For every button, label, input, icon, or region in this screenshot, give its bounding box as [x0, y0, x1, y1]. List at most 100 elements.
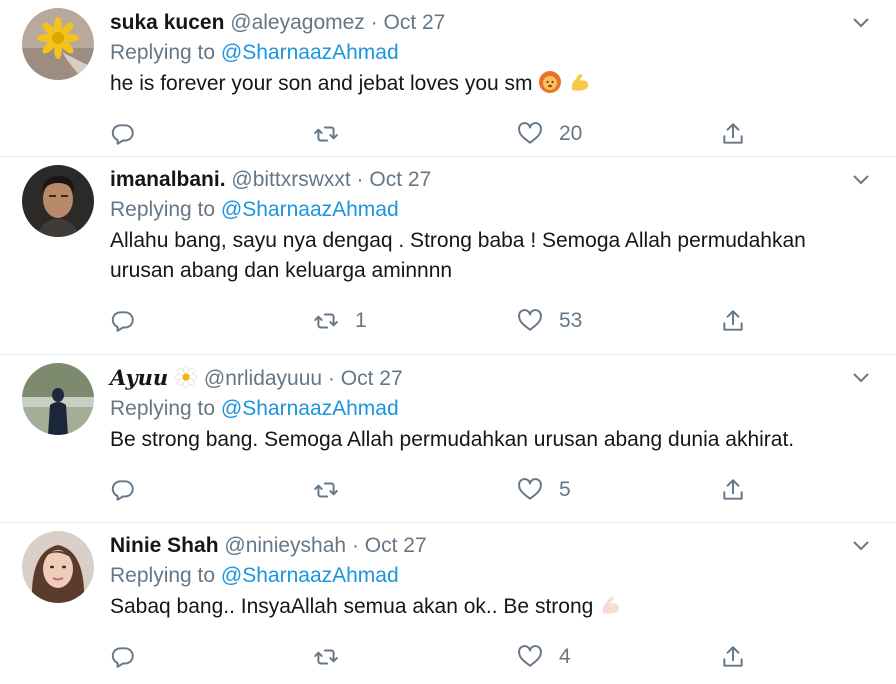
- avatar-image-outdoor: [22, 363, 94, 435]
- lion-face-emoji: [539, 71, 562, 93]
- tweet-header: imanalbani. @bittxrswxxt · Oct 27: [110, 167, 856, 193]
- like-count: 53: [559, 309, 583, 332]
- heart-icon: [518, 309, 542, 331]
- replying-to-label: Replying to: [110, 41, 216, 64]
- tweet-header: suka kucen @aleyagomez · Oct 27: [110, 10, 856, 36]
- reply-button[interactable]: [110, 304, 136, 338]
- user-handle[interactable]: @aleyagomez: [230, 11, 365, 34]
- retweet-button[interactable]: [313, 473, 355, 507]
- reply-button[interactable]: [110, 117, 136, 151]
- retweet-icon: [314, 649, 338, 665]
- like-button[interactable]: 5: [517, 473, 571, 507]
- replying-to: Replying to @SharnaazAhmad: [110, 561, 856, 591]
- mention-link[interactable]: @SharnaazAhmad: [221, 41, 399, 64]
- heart-icon: [518, 122, 542, 144]
- share-button[interactable]: [720, 640, 746, 674]
- timestamp[interactable]: Oct 27: [384, 11, 446, 34]
- retweet-icon: [314, 482, 338, 498]
- display-name[interactable]: imanalbani.: [110, 168, 226, 191]
- flexed-biceps-emoji: [572, 74, 589, 91]
- reply-timeline: suka kucen @aleyagomez · Oct 27 Replying…: [0, 0, 896, 684]
- tweet-text: Be strong bang. Semoga Allah permudahkan…: [110, 428, 795, 451]
- reply-button[interactable]: [110, 473, 136, 507]
- display-name[interactable]: Ayuu: [110, 365, 168, 390]
- avatar[interactable]: [22, 363, 94, 435]
- share-icon: [723, 123, 743, 144]
- retweet-button[interactable]: [313, 640, 355, 674]
- tweet-header: Ayuu @nrlidayuuu · Oct 27: [110, 365, 856, 392]
- heart-icon: [518, 645, 542, 667]
- tweet-header: Ninie Shah @ninieyshah · Oct 27: [110, 533, 856, 559]
- separator-dot: ·: [351, 534, 359, 557]
- share-button[interactable]: [720, 304, 746, 338]
- reply-icon: [111, 480, 134, 501]
- share-icon: [723, 479, 743, 500]
- share-icon: [723, 310, 743, 331]
- like-count: 5: [559, 478, 571, 501]
- tweet-actions: 20: [110, 117, 856, 151]
- like-count: 4: [559, 645, 571, 668]
- replying-to-label: Replying to: [110, 198, 216, 221]
- mention-link[interactable]: @SharnaazAhmad: [221, 564, 399, 587]
- like-button[interactable]: 20: [517, 117, 582, 151]
- like-button[interactable]: 53: [517, 304, 582, 338]
- separator-dot: ·: [370, 11, 378, 34]
- tweet-text: Sabaq bang.. InsyaAllah semua akan ok.. …: [110, 592, 856, 622]
- share-icon: [723, 646, 743, 667]
- retweet-button[interactable]: [313, 117, 355, 151]
- replying-to-label: Replying to: [110, 564, 216, 587]
- tweet-actions: 5: [110, 473, 856, 507]
- tweet-text-content: Sabaq bang.. InsyaAllah semua akan ok.. …: [110, 595, 594, 618]
- replying-to: Replying to @SharnaazAhmad: [110, 394, 856, 424]
- timestamp[interactable]: Oct 27: [365, 534, 427, 557]
- avatar[interactable]: [22, 531, 94, 603]
- tweet-actions: 4: [110, 640, 856, 674]
- user-handle[interactable]: @ninieyshah: [224, 534, 346, 557]
- tweet[interactable]: imanalbani. @bittxrswxxt · Oct 27 Replyi…: [0, 157, 896, 355]
- tweet[interactable]: Ayuu @nrlidayuuu · Oct 27 Replying to @S…: [0, 355, 896, 523]
- chevron-down-icon[interactable]: [852, 537, 870, 555]
- replying-to: Replying to @SharnaazAhmad: [110, 38, 856, 68]
- tweet-text: Allahu bang, sayu nya dengaq . Strong ba…: [110, 229, 806, 282]
- replying-to: Replying to @SharnaazAhmad: [110, 195, 856, 225]
- daisy-emoji: [174, 365, 198, 389]
- reply-button[interactable]: [110, 640, 136, 674]
- reply-icon: [111, 311, 134, 332]
- tweet-actions: 1 53: [110, 304, 856, 338]
- like-count: 20: [559, 122, 583, 145]
- mention-link[interactable]: @SharnaazAhmad: [221, 198, 399, 221]
- user-handle[interactable]: @bittxrswxxt: [231, 168, 350, 191]
- mention-link[interactable]: @SharnaazAhmad: [221, 397, 399, 420]
- tweet-text: he is forever your son and jebat loves y…: [110, 69, 856, 99]
- tweet[interactable]: suka kucen @aleyagomez · Oct 27 Replying…: [0, 0, 896, 157]
- tweet[interactable]: Ninie Shah @ninieyshah · Oct 27 Replying…: [0, 523, 896, 684]
- retweet-icon: [314, 313, 338, 329]
- share-button[interactable]: [720, 117, 746, 151]
- separator-dot: ·: [356, 168, 364, 191]
- reply-icon: [111, 124, 134, 145]
- chevron-down-icon[interactable]: [852, 171, 870, 189]
- avatar[interactable]: [22, 165, 94, 237]
- chevron-down-icon[interactable]: [852, 369, 870, 387]
- retweet-icon: [314, 126, 338, 142]
- display-name[interactable]: Ninie Shah: [110, 534, 219, 557]
- replying-to-label: Replying to: [110, 397, 216, 420]
- share-button[interactable]: [720, 473, 746, 507]
- separator-dot: ·: [327, 367, 335, 390]
- retweet-button[interactable]: 1: [313, 304, 367, 338]
- retweet-count: 1: [355, 309, 367, 332]
- timestamp[interactable]: Oct 27: [341, 367, 403, 390]
- user-handle[interactable]: @nrlidayuuu: [204, 367, 322, 390]
- tweet-text-content: he is forever your son and jebat loves y…: [110, 72, 533, 95]
- heart-icon: [518, 478, 542, 500]
- chevron-down-icon[interactable]: [852, 14, 870, 32]
- display-name[interactable]: suka kucen: [110, 11, 224, 34]
- flexed-biceps-light-emoji: [602, 597, 620, 614]
- avatar-image-sunflower: [22, 8, 94, 80]
- like-button[interactable]: 4: [517, 640, 571, 674]
- avatar[interactable]: [22, 8, 94, 80]
- reply-icon: [111, 647, 134, 668]
- avatar-image-person: [22, 165, 94, 237]
- avatar-image-portrait: [22, 531, 94, 603]
- timestamp[interactable]: Oct 27: [369, 168, 431, 191]
